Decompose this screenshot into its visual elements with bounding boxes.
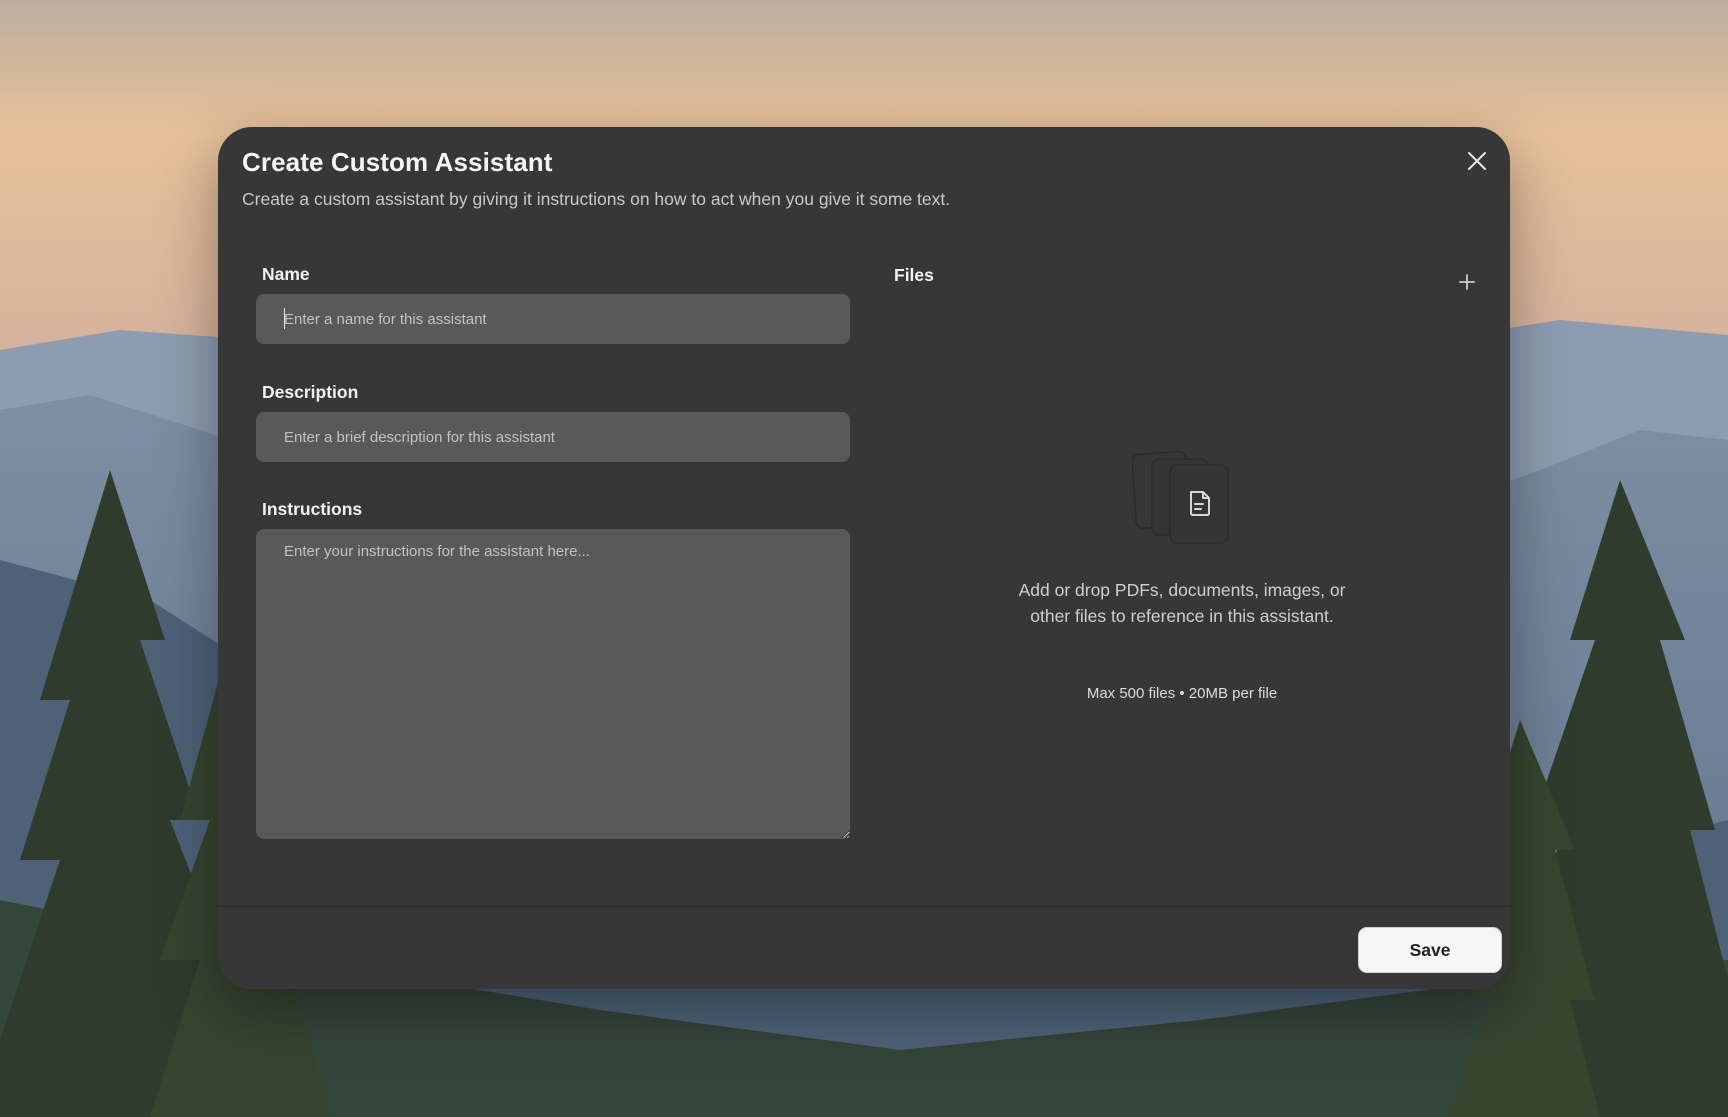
add-file-button[interactable] — [1450, 265, 1484, 299]
description-label: Description — [262, 382, 359, 402]
create-assistant-dialog: Create Custom Assistant Create a custom … — [218, 127, 1510, 989]
description-input[interactable] — [256, 412, 850, 462]
files-label: Files — [894, 265, 934, 285]
close-icon — [1468, 152, 1486, 170]
instructions-textarea[interactable] — [256, 529, 850, 839]
close-button[interactable] — [1460, 144, 1494, 178]
save-button[interactable]: Save — [1358, 927, 1502, 973]
dialog-subtitle: Create a custom assistant by giving it i… — [242, 189, 951, 209]
text-caret — [284, 308, 285, 329]
files-limits: Max 500 files • 20MB per file — [1086, 685, 1278, 702]
dialog-title: Create Custom Assistant — [242, 147, 553, 177]
footer-divider — [218, 906, 1510, 907]
stacked-documents-icon — [1132, 450, 1229, 544]
name-label: Name — [262, 264, 310, 284]
files-empty-text: Add or drop PDFs, documents, images, or … — [1018, 580, 1346, 626]
name-input[interactable] — [256, 294, 850, 344]
instructions-label: Instructions — [262, 499, 363, 519]
plus-icon — [1459, 274, 1475, 290]
